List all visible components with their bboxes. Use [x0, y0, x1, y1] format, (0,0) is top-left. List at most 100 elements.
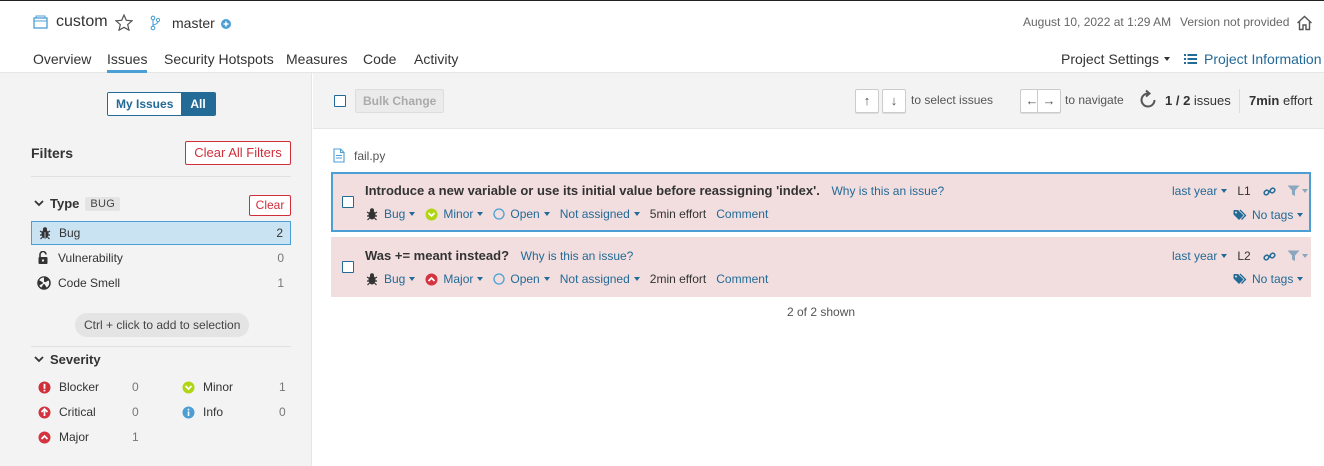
- tab-issues[interactable]: Issues: [107, 51, 148, 73]
- link-icon[interactable]: [1263, 250, 1276, 263]
- facet-type-bug[interactable]: Bug 2: [31, 221, 291, 245]
- chevron-down-icon: [409, 212, 416, 216]
- issue-type-dropdown[interactable]: Bug: [365, 207, 416, 221]
- chevron-down-icon: [34, 356, 44, 363]
- issue-date[interactable]: last year: [1172, 184, 1217, 198]
- facet-severity-minor[interactable]: Minor 1: [182, 377, 286, 397]
- issue-message[interactable]: Was += meant instead?: [365, 248, 509, 263]
- facet-severity-critical[interactable]: Critical 0: [38, 402, 139, 422]
- filters-title: Filters: [31, 145, 74, 161]
- type-facet-badge: BUG: [85, 196, 121, 211]
- branch-icon: [150, 15, 160, 31]
- chevron-down-icon: [1297, 277, 1304, 281]
- issue-checkbox[interactable]: [342, 261, 354, 273]
- clear-all-filters-button[interactable]: Clear All Filters: [185, 141, 291, 165]
- file-icon: [333, 148, 345, 163]
- issue-status-dropdown[interactable]: Open: [493, 272, 550, 286]
- issue-severity: Minor: [443, 207, 474, 221]
- tab-measures[interactable]: Measures: [286, 51, 347, 67]
- select-all-checkbox[interactable]: [334, 95, 346, 107]
- critical-icon: [38, 406, 51, 419]
- file-name[interactable]: fail.py: [354, 149, 385, 163]
- branch-name[interactable]: master: [172, 15, 215, 31]
- open-status-icon: [493, 273, 506, 285]
- issue-tags[interactable]: No tags: [1233, 272, 1304, 286]
- divider: [1239, 89, 1240, 113]
- issue-type-dropdown[interactable]: Bug: [365, 272, 416, 286]
- major-icon: [38, 431, 51, 444]
- tab-code[interactable]: Code: [363, 51, 396, 67]
- tab-overview[interactable]: Overview: [33, 51, 91, 67]
- chevron-down-icon: [543, 212, 550, 216]
- info-icon: [182, 406, 195, 419]
- favorite-star-icon[interactable]: [115, 14, 133, 31]
- home-icon[interactable]: [1296, 15, 1313, 31]
- project-information-link[interactable]: Project Information: [1184, 51, 1322, 67]
- total-effort: 7min effort: [1249, 93, 1312, 108]
- issue-checkbox[interactable]: [342, 196, 354, 208]
- facet-count: 2: [276, 226, 283, 240]
- comment-link[interactable]: Comment: [716, 207, 768, 221]
- filter-icon[interactable]: [1287, 185, 1308, 197]
- issue-message-line: Introduce a new variable or use its init…: [365, 183, 944, 198]
- select-hint: to select issues: [911, 93, 994, 107]
- facet-type-vulnerability[interactable]: Vulnerability 0: [31, 246, 291, 270]
- issue-message[interactable]: Introduce a new variable or use its init…: [365, 183, 820, 198]
- filter-icon[interactable]: [1287, 250, 1308, 262]
- bulk-change-button[interactable]: Bulk Change: [355, 89, 445, 113]
- link-icon[interactable]: [1263, 185, 1276, 198]
- top-header: custom master August 10, 2022 at 1:29 AM…: [0, 0, 1324, 73]
- major-icon: [425, 273, 438, 286]
- navigate-hint: to navigate: [1065, 93, 1124, 107]
- selection-hint: Ctrl + click to add to selection: [75, 313, 250, 337]
- issue-row[interactable]: Was += meant instead? Why is this an iss…: [331, 237, 1311, 297]
- issue-status: Open: [510, 272, 540, 286]
- issue-status-dropdown[interactable]: Open: [493, 207, 550, 221]
- facet-severity-major[interactable]: Major 1: [38, 427, 139, 447]
- lock-icon: [37, 251, 57, 265]
- issue-type: Bug: [384, 272, 406, 286]
- open-status-icon: [493, 208, 506, 220]
- minor-icon: [182, 381, 195, 394]
- chevron-down-icon: [409, 277, 416, 281]
- clear-type-button[interactable]: Clear: [249, 195, 291, 216]
- project-settings-label: Project Settings: [1061, 51, 1160, 67]
- all-issues-button[interactable]: All: [181, 93, 215, 115]
- issue-count: 1 / 2: [1165, 93, 1191, 108]
- issue-assignee: Not assigned: [559, 207, 630, 221]
- why-link[interactable]: Why is this an issue?: [831, 184, 944, 198]
- reload-icon[interactable]: [1137, 89, 1159, 111]
- issue-assignee-dropdown[interactable]: Not assigned: [560, 272, 640, 286]
- tab-security-hotspots[interactable]: Security Hotspots: [164, 51, 274, 67]
- facet-type-code-smell[interactable]: Code Smell 1: [31, 271, 291, 295]
- issue-assignee-dropdown[interactable]: Not assigned: [560, 207, 640, 221]
- my-issues-button[interactable]: My Issues: [108, 93, 182, 115]
- issue-row[interactable]: Introduce a new variable or use its init…: [331, 172, 1311, 232]
- arrow-up-key-icon: ↑: [855, 89, 879, 113]
- facet-severity-blocker[interactable]: Blocker 0: [38, 377, 139, 397]
- issue-date[interactable]: last year: [1172, 249, 1217, 263]
- facet-count: 1: [279, 380, 286, 394]
- issue-severity-dropdown[interactable]: Major: [425, 272, 484, 286]
- project-name[interactable]: custom: [56, 13, 108, 31]
- issue-effort: 2min effort: [649, 272, 707, 286]
- type-facet-header[interactable]: Type BUG: [34, 196, 121, 211]
- facet-severity-info[interactable]: Info 0: [182, 402, 286, 422]
- project-settings-menu[interactable]: Project Settings: [1061, 51, 1171, 67]
- facet-count: 0: [132, 380, 139, 394]
- issue-line[interactable]: L1: [1237, 184, 1250, 198]
- severity-facet-header[interactable]: Severity: [34, 352, 101, 367]
- analysis-date: August 10, 2022 at 1:29 AM: [1023, 15, 1172, 29]
- comment-link[interactable]: Comment: [716, 272, 768, 286]
- issue-line[interactable]: L2: [1237, 249, 1250, 263]
- project-icon: [33, 15, 48, 29]
- why-link[interactable]: Why is this an issue?: [521, 249, 634, 263]
- branch-info-icon[interactable]: [221, 19, 231, 29]
- facet-label: Bug: [59, 226, 81, 240]
- chevron-down-icon: [1301, 254, 1308, 258]
- issue-severity-dropdown[interactable]: Minor: [425, 207, 484, 221]
- issue-tags[interactable]: No tags: [1233, 208, 1304, 222]
- tags-label: No tags: [1252, 208, 1294, 222]
- issue-counter: 1 / 2 issues: [1165, 93, 1231, 108]
- tab-activity[interactable]: Activity: [414, 51, 458, 67]
